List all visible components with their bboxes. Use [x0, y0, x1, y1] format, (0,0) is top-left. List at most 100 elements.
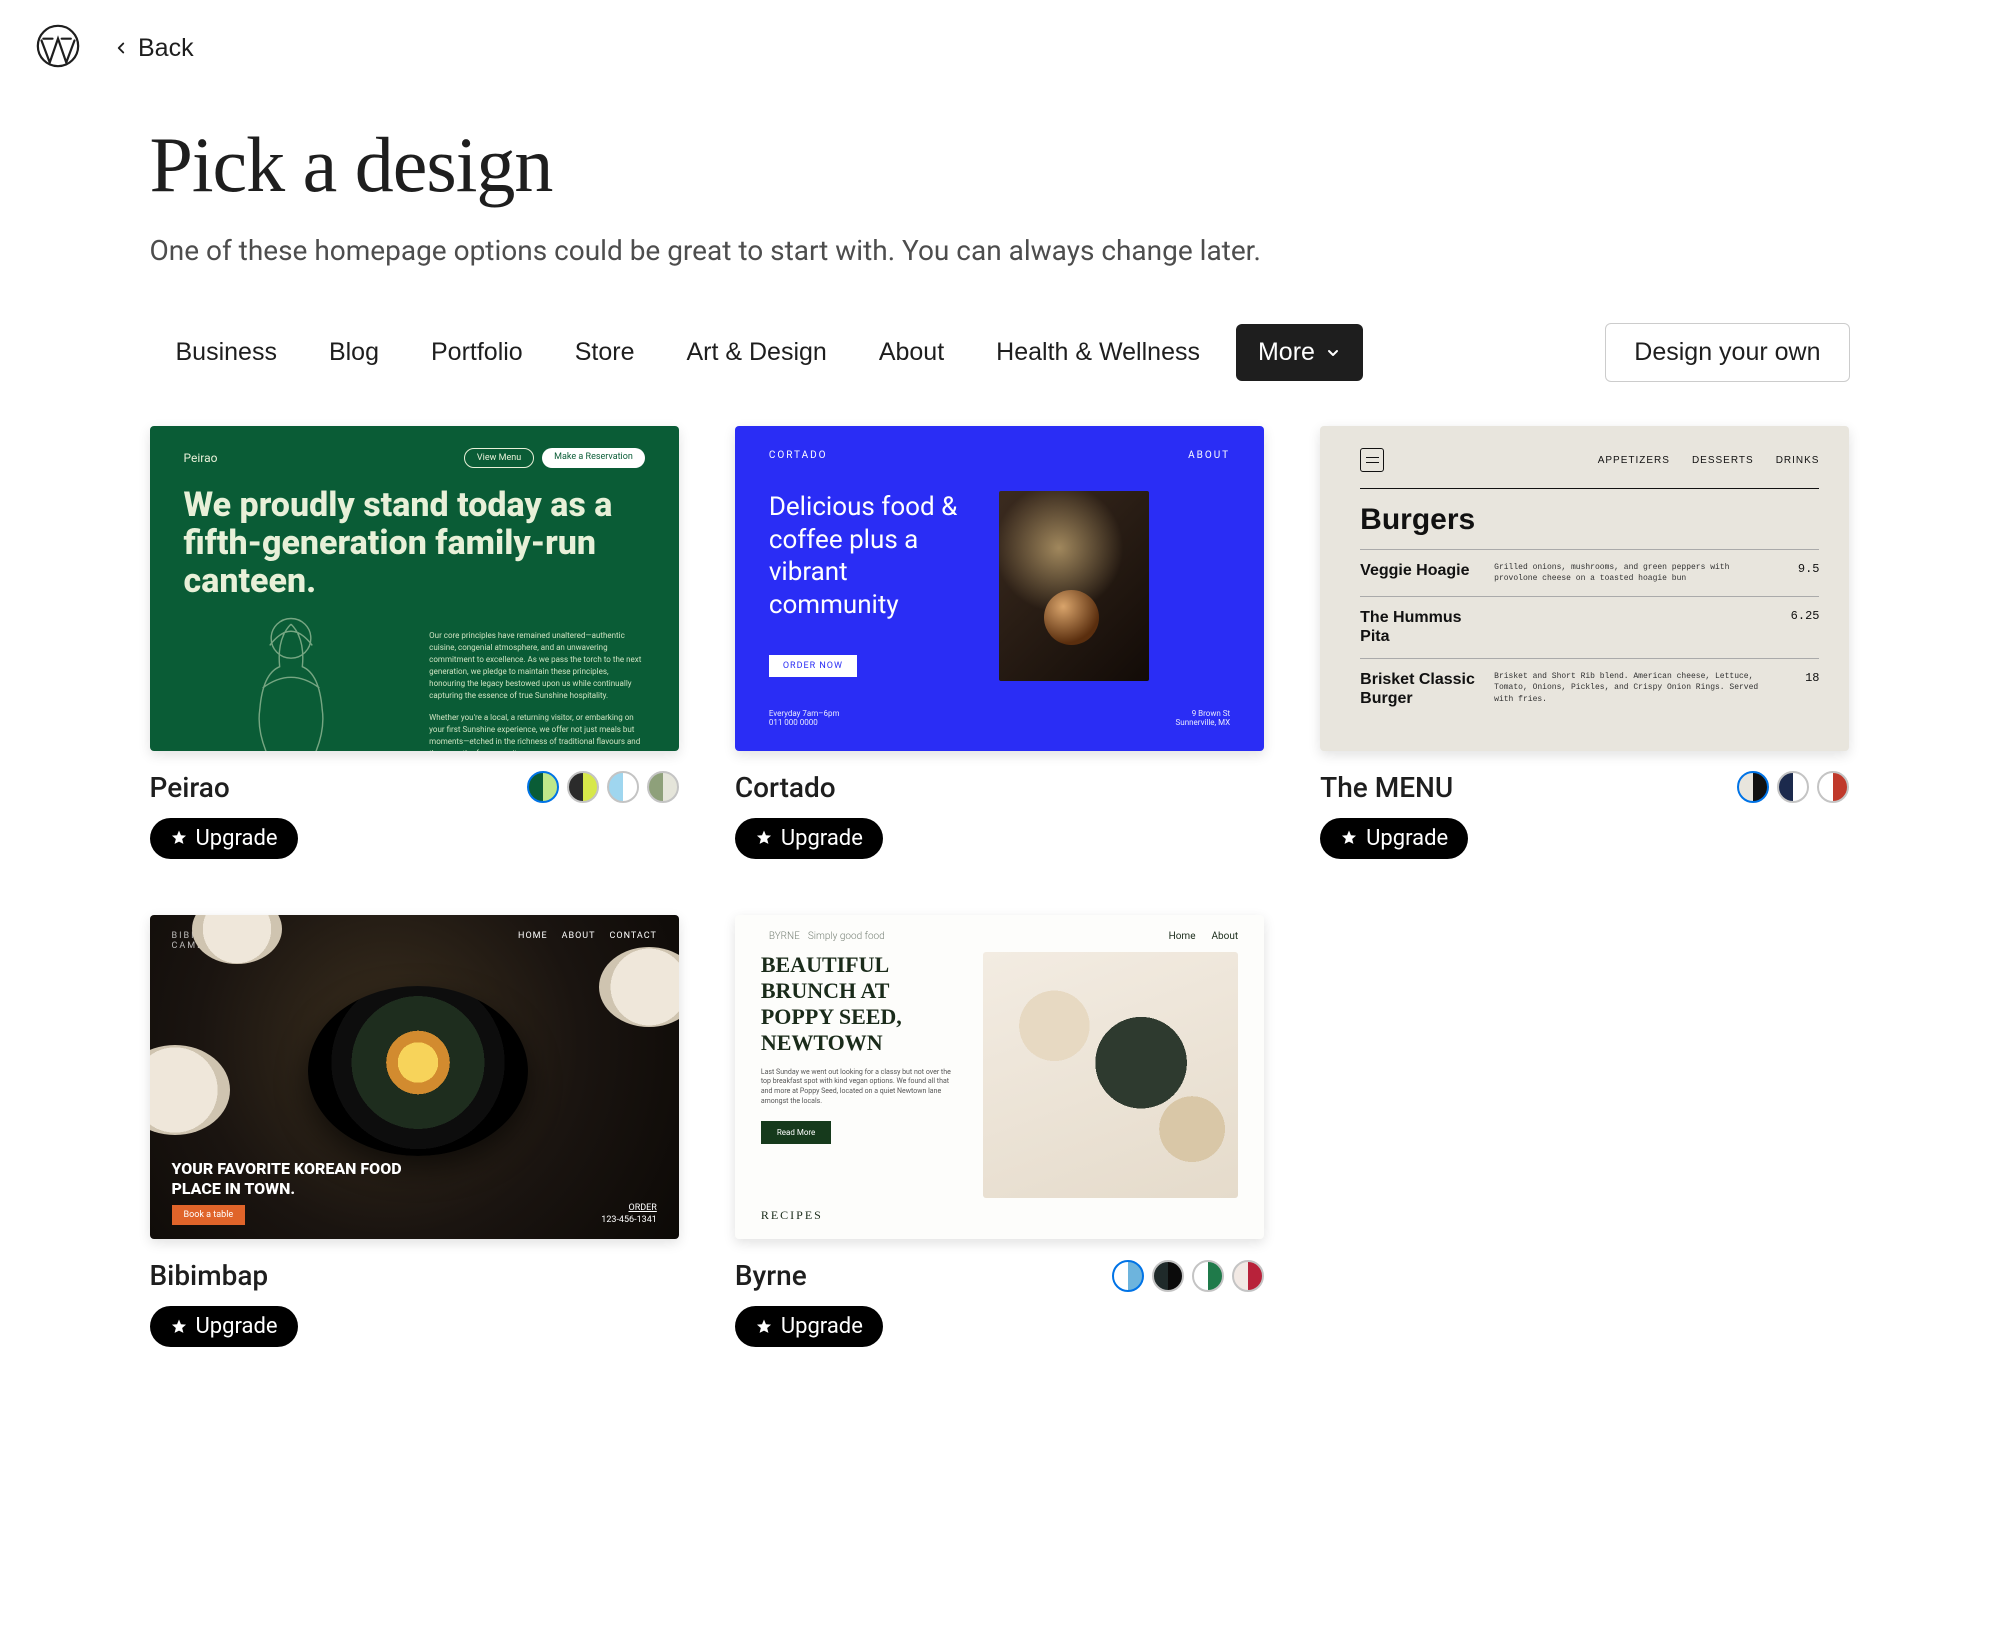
preview-paragraph: Whether you're a local, a returning visi…: [429, 712, 645, 751]
upgrade-label: Upgrade: [196, 1314, 278, 1339]
template-name: The MENU: [1320, 771, 1453, 804]
upgrade-label: Upgrade: [781, 1314, 863, 1339]
chevron-left-icon: [112, 39, 130, 57]
wordpress-logo: [36, 24, 80, 72]
preview-pill: View Menu: [464, 448, 534, 468]
category-tab[interactable]: Business: [150, 324, 303, 381]
preview-paragraph: Last Sunday we went out looking for a cl…: [761, 1068, 961, 1107]
preview-image: [192, 915, 282, 964]
menu-item-price: 9.5: [1783, 562, 1819, 576]
template-thumbnail[interactable]: BYRNESimply good food Home About BEAUTIF…: [735, 915, 1264, 1240]
color-swatch[interactable]: [1737, 771, 1769, 803]
template-card-cortado: CORTADO ABOUT Delicious food & coffee pl…: [735, 426, 1264, 859]
template-card-bibimbap: BIBIMBAP CAMBRIDGE, MA HOME ABOUT CONTAC…: [150, 915, 679, 1348]
preview-image: [599, 947, 679, 1027]
page-subtitle: One of these homepage options could be g…: [150, 234, 1850, 267]
preview-nav-link: DESSERTS: [1692, 455, 1754, 466]
category-more-button[interactable]: More: [1236, 324, 1363, 381]
color-swatch[interactable]: [527, 771, 559, 803]
upgrade-badge[interactable]: Upgrade: [735, 1306, 883, 1347]
template-name: Bibimbap: [150, 1259, 269, 1292]
template-card-byrne: BYRNESimply good food Home About BEAUTIF…: [735, 915, 1264, 1348]
color-swatch[interactable]: [1817, 771, 1849, 803]
star-icon: [755, 829, 773, 847]
preview-hero: Delicious food & coffee plus a vibrant c…: [769, 491, 969, 621]
preview-footer-text: 9 Brown St Sunnerville, MX: [1176, 709, 1231, 727]
preview-heading: Burgers: [1360, 503, 1819, 537]
menu-icon: [1360, 448, 1384, 472]
template-card-peirao: Peirao View Menu Make a Reservation We p…: [150, 426, 679, 859]
menu-item-name: Brisket Classic Burger: [1360, 671, 1480, 708]
menu-item-desc: Grilled onions, mushrooms, and green pep…: [1494, 562, 1769, 584]
menu-item-price: 6.25: [1783, 609, 1819, 623]
color-swatch[interactable]: [1112, 1260, 1144, 1292]
back-label: Back: [138, 34, 194, 63]
category-tabs: Business Blog Portfolio Store Art & Desi…: [150, 324, 1363, 381]
upgrade-label: Upgrade: [781, 826, 863, 851]
template-thumbnail[interactable]: APPETIZERS DESSERTS DRINKS Burgers Veggi…: [1320, 426, 1849, 751]
category-tab[interactable]: About: [853, 324, 970, 381]
preview-contact: ORDER 123-456-1341: [601, 1203, 657, 1225]
color-swatches: [1112, 1260, 1264, 1292]
category-tab[interactable]: Blog: [303, 324, 405, 381]
preview-image: [308, 986, 528, 1156]
color-swatches: [1737, 771, 1849, 803]
template-thumbnail[interactable]: CORTADO ABOUT Delicious food & coffee pl…: [735, 426, 1264, 751]
menu-item-desc: Brisket and Short Rib blend. American ch…: [1494, 671, 1769, 705]
design-your-own-button[interactable]: Design your own: [1605, 323, 1849, 382]
preview-hero: YOUR FAVORITE KOREAN FOOD PLACE IN TOWN.: [172, 1159, 432, 1199]
preview-nav: HOME ABOUT CONTACT: [518, 931, 657, 941]
chevron-down-icon: [1325, 345, 1341, 361]
color-swatch[interactable]: [567, 771, 599, 803]
color-swatches: [527, 771, 679, 803]
preview-paragraph: Our core principles have remained unalte…: [429, 630, 645, 702]
preview-button: Book a table: [172, 1205, 246, 1225]
menu-item-name: The Hummus Pita: [1360, 609, 1480, 646]
preview-button: Read More: [761, 1121, 831, 1144]
preview-footer-text: RECIPES: [761, 1208, 1238, 1223]
preview-nav: Home About: [1169, 931, 1239, 942]
upgrade-badge[interactable]: Upgrade: [1320, 818, 1468, 859]
preview-pill: Make a Reservation: [542, 448, 645, 468]
color-swatch[interactable]: [1152, 1260, 1184, 1292]
template-card-the-menu: APPETIZERS DESSERTS DRINKS Burgers Veggi…: [1320, 426, 1849, 859]
template-name: Byrne: [735, 1259, 807, 1292]
upgrade-badge[interactable]: Upgrade: [150, 1306, 298, 1347]
star-icon: [1340, 829, 1358, 847]
preview-image: [999, 491, 1149, 681]
menu-item-price: 18: [1783, 671, 1819, 685]
preview-footer-text: Everyday 7am–6pm 011 000 0000: [769, 709, 840, 727]
preview-image: [983, 952, 1238, 1199]
upgrade-badge[interactable]: Upgrade: [150, 818, 298, 859]
preview-image: [150, 1045, 230, 1135]
category-tab[interactable]: Health & Wellness: [970, 324, 1226, 381]
color-swatch[interactable]: [647, 771, 679, 803]
back-button[interactable]: Back: [112, 34, 194, 63]
preview-brand: BYRNESimply good food: [761, 931, 885, 942]
template-thumbnail[interactable]: Peirao View Menu Make a Reservation We p…: [150, 426, 679, 751]
upgrade-label: Upgrade: [1366, 826, 1448, 851]
category-tab[interactable]: Store: [549, 324, 661, 381]
upgrade-badge[interactable]: Upgrade: [735, 818, 883, 859]
upgrade-label: Upgrade: [196, 826, 278, 851]
star-icon: [170, 1318, 188, 1336]
more-label: More: [1258, 338, 1315, 367]
preview-nav: ABOUT: [1188, 450, 1230, 461]
template-name: Cortado: [735, 771, 836, 804]
preview-nav-link: APPETIZERS: [1598, 455, 1670, 466]
star-icon: [755, 1318, 773, 1336]
template-name: Peirao: [150, 771, 230, 804]
color-swatch[interactable]: [1232, 1260, 1264, 1292]
preview-illustration: [184, 610, 400, 751]
color-swatch[interactable]: [1192, 1260, 1224, 1292]
preview-hero: BEAUTIFUL BRUNCH AT POPPY SEED, NEWTOWN: [761, 952, 961, 1056]
preview-button: ORDER NOW: [769, 655, 857, 677]
color-swatch[interactable]: [1777, 771, 1809, 803]
category-tab[interactable]: Art & Design: [660, 324, 852, 381]
template-thumbnail[interactable]: BIBIMBAP CAMBRIDGE, MA HOME ABOUT CONTAC…: [150, 915, 679, 1240]
preview-nav-link: DRINKS: [1776, 455, 1820, 466]
color-swatch[interactable]: [607, 771, 639, 803]
category-tab[interactable]: Portfolio: [405, 324, 549, 381]
preview-brand: CORTADO: [769, 450, 828, 461]
star-icon: [170, 829, 188, 847]
